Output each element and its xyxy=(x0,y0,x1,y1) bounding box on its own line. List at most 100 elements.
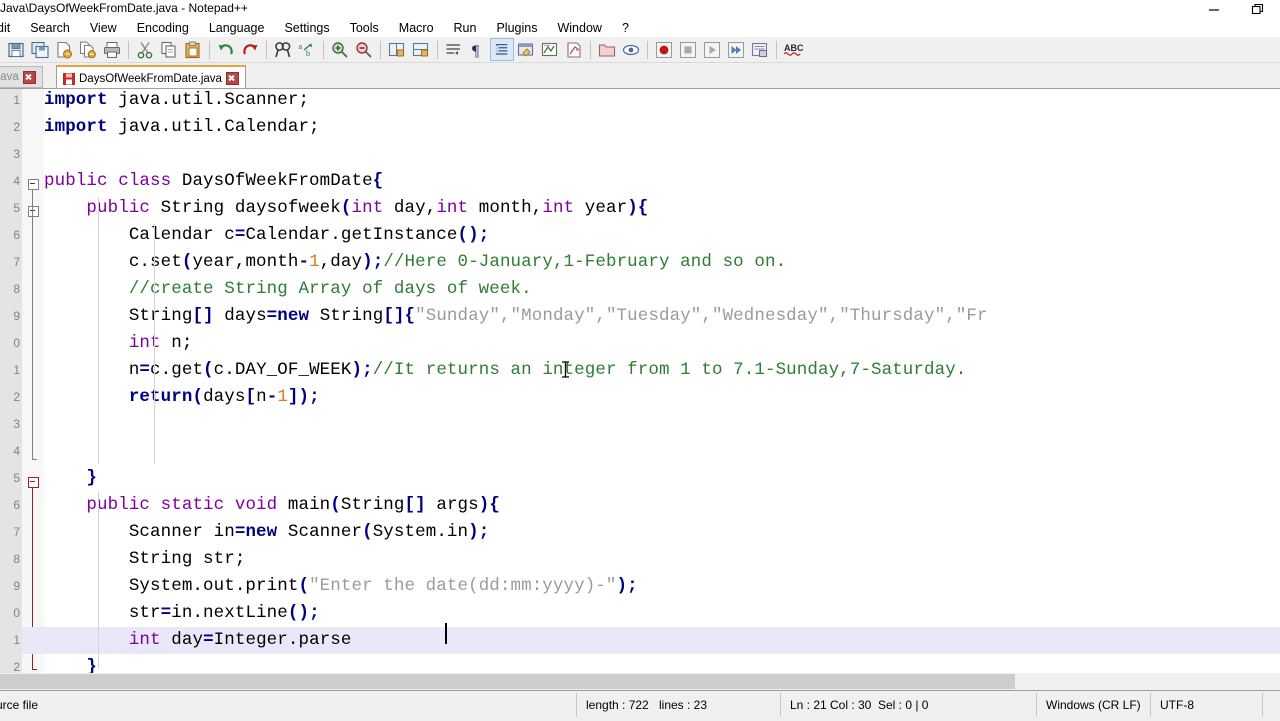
code-line[interactable]: } xyxy=(44,654,97,673)
code-line[interactable]: } xyxy=(44,465,97,492)
horizontal-scrollbar[interactable] xyxy=(0,673,1280,690)
play-macro-icon[interactable] xyxy=(700,38,724,61)
code-line[interactable]: import java.util.Scanner; xyxy=(44,89,309,114)
status-divider xyxy=(1150,693,1151,717)
indent-guide-icon[interactable] xyxy=(490,38,514,61)
menu-plugins[interactable]: Plugins xyxy=(486,19,547,37)
code-token: Scanner in xyxy=(44,522,235,542)
menu-edit[interactable]: dit xyxy=(0,19,20,37)
code-token: Scanner xyxy=(277,522,363,542)
code-token: "Sunday","Monday","Tuesday","Wednesday",… xyxy=(415,306,988,326)
spell-check-icon[interactable]: ABC xyxy=(781,38,805,61)
restore-button[interactable] xyxy=(1236,0,1280,19)
code-token: day, xyxy=(383,198,437,218)
folder-as-workspace-icon[interactable] xyxy=(595,38,619,61)
code-token: String str; xyxy=(44,549,246,569)
tab-close-icon[interactable] xyxy=(225,72,239,85)
code-line[interactable]: import java.util.Calendar; xyxy=(44,114,320,141)
tab-close-icon[interactable] xyxy=(22,70,36,84)
cut-icon[interactable] xyxy=(133,38,157,61)
menu-help[interactable]: ? xyxy=(612,19,639,37)
show-all-characters-icon[interactable]: ¶ xyxy=(466,38,490,61)
zoom-in-icon[interactable] xyxy=(328,38,352,61)
code-token: ( xyxy=(362,522,373,542)
code-line[interactable]: int n; xyxy=(44,330,193,357)
code-line[interactable]: public String daysofweek(int day,int mon… xyxy=(44,195,648,222)
minimize-button[interactable] xyxy=(1192,0,1236,19)
menu-language[interactable]: Language xyxy=(199,19,275,37)
menu-settings[interactable]: Settings xyxy=(274,19,339,37)
redo-icon[interactable] xyxy=(238,38,262,61)
code-token: String xyxy=(309,306,384,326)
code-line[interactable]: //create String Array of days of week. xyxy=(44,276,532,303)
code-line[interactable]: Scanner in=new Scanner(System.in); xyxy=(44,519,489,546)
word-wrap-icon[interactable] xyxy=(442,38,466,61)
copy-icon[interactable] xyxy=(157,38,181,61)
print-icon[interactable] xyxy=(100,38,124,61)
code-token: ){ xyxy=(627,198,649,218)
code-line[interactable]: str=in.nextLine(); xyxy=(44,600,320,627)
horizontal-scrollbar-thumb[interactable] xyxy=(0,674,1015,689)
code-line[interactable]: n=c.get(c.DAY_OF_WEEK);//It returns an i… xyxy=(44,357,966,384)
monitoring-icon[interactable] xyxy=(619,38,643,61)
fold-margin[interactable] xyxy=(22,89,44,673)
code-token: import xyxy=(44,90,108,110)
fold-marker-line5[interactable] xyxy=(28,206,39,217)
code-line[interactable]: public class DaysOfWeekFromDate{ xyxy=(44,168,383,195)
status-divider xyxy=(1036,693,1037,717)
save-icon[interactable] xyxy=(4,38,28,61)
code-token: main xyxy=(277,495,331,515)
code-token: - xyxy=(298,252,310,272)
fold-marker-line4[interactable] xyxy=(28,179,39,190)
paste-icon[interactable] xyxy=(181,38,205,61)
code-token: 1 xyxy=(277,387,288,407)
code-line[interactable]: String[] days=new String[]{"Sunday","Mon… xyxy=(44,303,988,330)
code-line[interactable]: return(days[n-1]); xyxy=(44,384,320,411)
line-number: 1 xyxy=(13,93,20,107)
tab-daysofweekfromdate[interactable]: DaysOfWeekFromDate.java xyxy=(56,65,246,90)
svg-text:a: a xyxy=(299,42,303,51)
record-macro-icon[interactable] xyxy=(652,38,676,61)
close-icon[interactable] xyxy=(52,38,76,61)
code-content[interactable]: import java.util.Scanner; import java.uti… xyxy=(22,89,1280,673)
code-token: ( xyxy=(330,495,341,515)
code-token: [ xyxy=(245,387,257,407)
function-list-icon[interactable] xyxy=(562,38,586,61)
menu-encoding[interactable]: Encoding xyxy=(127,19,199,37)
code-line[interactable]: System.out.print("Enter the date(dd:mm:y… xyxy=(44,573,638,600)
code-editor[interactable]: 1 2 3 4 5 6 7 8 9 0 1 2 3 4 5 6 7 8 9 0 1 2 import java.util.… xyxy=(0,89,1280,673)
zoom-out-icon[interactable] xyxy=(352,38,376,61)
find-icon[interactable] xyxy=(271,38,295,61)
sync-vertical-icon[interactable] xyxy=(385,38,409,61)
title-bar: Java\DaysOfWeekFromDate.java - Notepad++ xyxy=(0,0,1280,19)
code-token: n xyxy=(256,387,267,407)
menu-window[interactable]: Window xyxy=(547,19,611,37)
stop-recording-icon[interactable] xyxy=(676,38,700,61)
code-line[interactable]: String str; xyxy=(44,546,246,573)
user-defined-dialog-icon[interactable] xyxy=(514,38,538,61)
tab-inactive[interactable]: ck.java xyxy=(0,66,43,88)
code-line[interactable]: c.set(year,month-1,day);//Here 0-January… xyxy=(44,249,786,276)
menu-view[interactable]: View xyxy=(80,19,127,37)
sync-horizontal-icon[interactable] xyxy=(409,38,433,61)
save-all-icon[interactable] xyxy=(28,38,52,61)
show-document-map-icon[interactable] xyxy=(538,38,562,61)
menu-macro[interactable]: Macro xyxy=(389,19,444,37)
menu-tools[interactable]: Tools xyxy=(340,19,389,37)
fold-marker-line16[interactable] xyxy=(28,477,39,488)
menu-run[interactable]: Run xyxy=(444,19,487,37)
run-macro-multiple-icon[interactable] xyxy=(724,38,748,61)
code-token: //Here 0-January,1-February and so on. xyxy=(383,252,787,272)
undo-icon[interactable] xyxy=(214,38,238,61)
code-line[interactable]: int day=Integer.parse xyxy=(44,627,352,654)
code-line[interactable]: Calendar c=Calendar.getInstance(); xyxy=(44,222,489,249)
code-line[interactable]: public static void main(String[] args){ xyxy=(44,492,500,519)
close-all-icon[interactable] xyxy=(76,38,100,61)
menu-search[interactable]: Search xyxy=(20,19,80,37)
status-length: length : 722 xyxy=(586,698,649,712)
save-macro-icon[interactable] xyxy=(748,38,772,61)
code-token: year,month xyxy=(192,252,299,272)
replace-icon[interactable]: a b xyxy=(295,38,319,61)
toolbar-separator xyxy=(323,40,324,59)
